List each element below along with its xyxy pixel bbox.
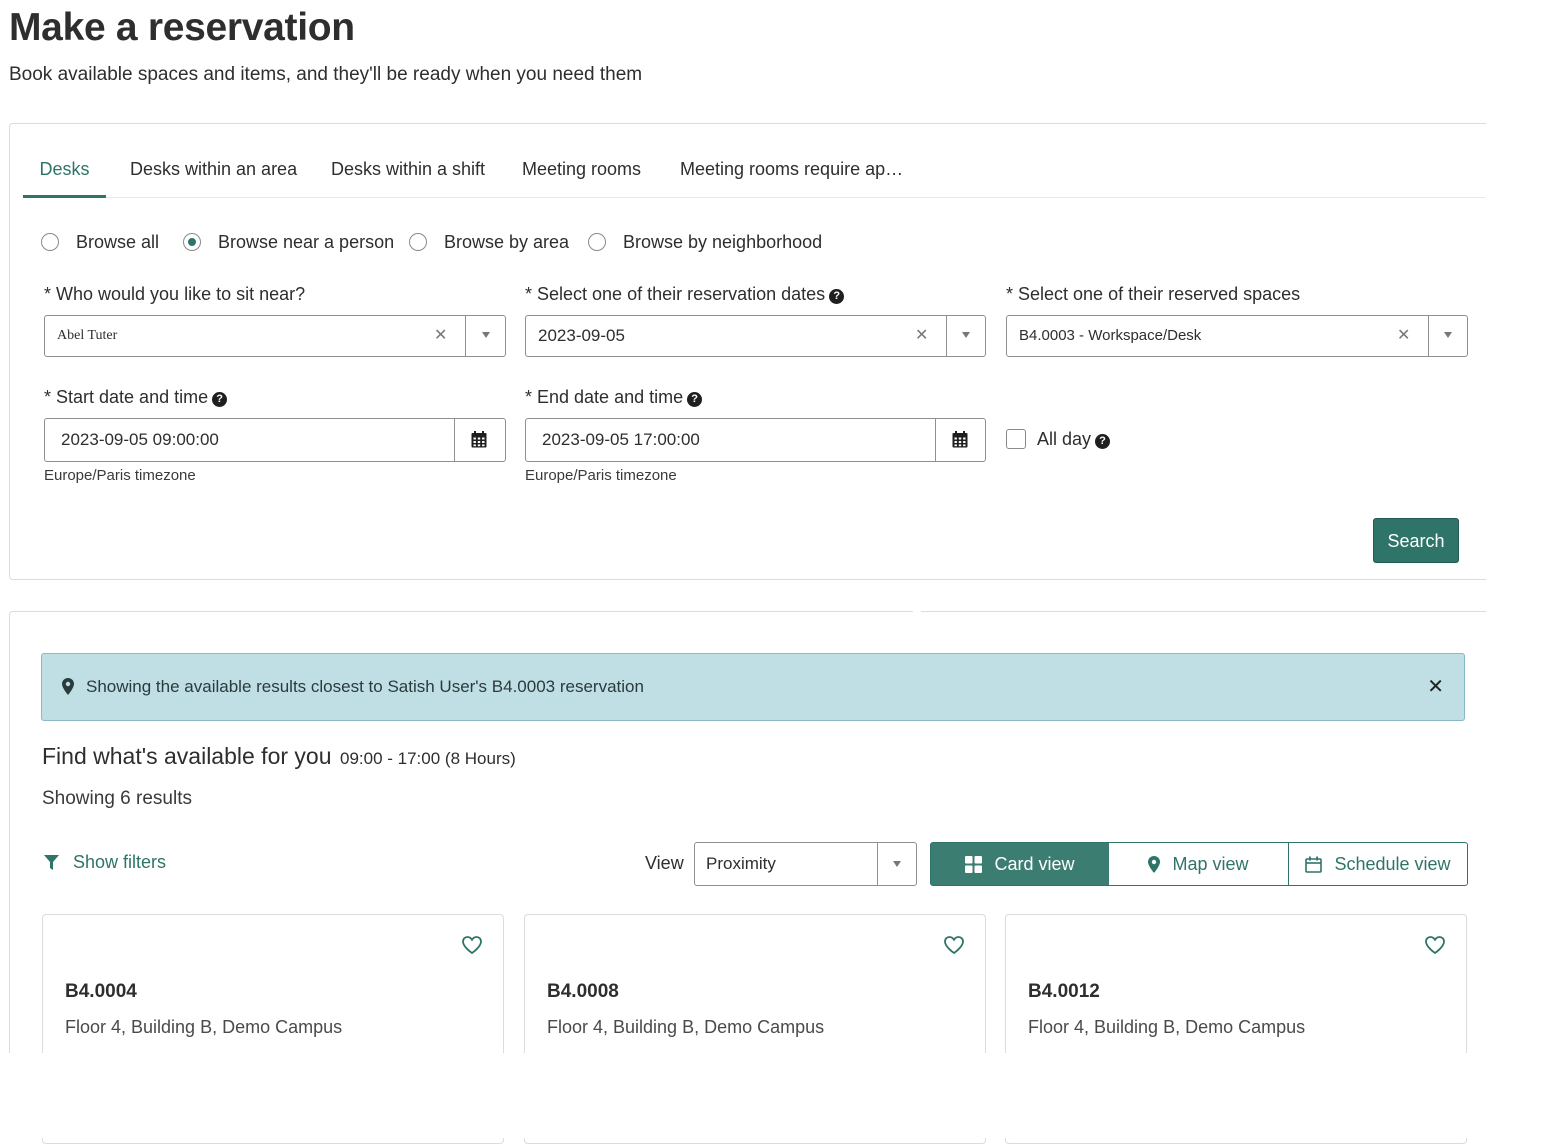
start-datetime-input[interactable]: 2023-09-05 09:00:00 — [44, 418, 506, 462]
schedule-view-label: Schedule view — [1334, 853, 1451, 874]
radio-button[interactable] — [409, 233, 427, 251]
clear-icon[interactable]: ✕ — [434, 316, 447, 356]
radio-browse-by-area[interactable]: Browse by area — [409, 230, 569, 254]
chevron-down-icon[interactable] — [893, 861, 901, 867]
radio-browse-all[interactable]: Browse all — [41, 230, 159, 254]
radio-label: Browse all — [76, 231, 160, 252]
tab-meeting-rooms-approval[interactable]: Meeting rooms require ap… — [680, 145, 903, 195]
divider — [1428, 316, 1429, 356]
help-icon[interactable]: ? — [212, 392, 228, 407]
dates-field-label: * Select one of their reservation dates? — [525, 284, 845, 305]
divider — [877, 843, 878, 885]
person-select[interactable]: Abel Tuter ✕ — [44, 315, 506, 357]
alert-message: Showing the available results closest to… — [86, 677, 644, 696]
filter-icon — [44, 854, 59, 870]
reservation-date-select[interactable]: 2023-09-05 ✕ — [525, 315, 986, 357]
divider — [454, 419, 455, 461]
reservation-type-tabs: Desks Desks within an area Desks within … — [23, 145, 1485, 198]
reserved-space-select[interactable]: B4.0003 - Workspace/Desk ✕ — [1006, 315, 1468, 357]
person-field-label: * Who would you like to sit near? — [44, 284, 306, 304]
radio-label: Browse near a person — [218, 231, 395, 252]
radio-browse-near-person[interactable]: Browse near a person — [183, 230, 394, 254]
end-datetime-value: 2023-09-05 17:00:00 — [542, 430, 700, 449]
card-space-name: B4.0008 — [547, 981, 619, 1002]
map-pin-icon — [62, 678, 74, 695]
view-label: View — [645, 853, 684, 873]
view-sort-select[interactable]: Proximity — [694, 842, 917, 886]
map-view-label: Map view — [1172, 853, 1249, 874]
results-time-range: 09:00 - 17:00 (8 Hours) — [340, 749, 516, 768]
tab-desks-within-shift[interactable]: Desks within a shift — [331, 145, 485, 195]
card-space-location: Floor 4, Building B, Demo Campus — [65, 1017, 343, 1037]
calendar-icon — [1305, 856, 1323, 873]
tab-desks-within-area[interactable]: Desks within an area — [130, 145, 297, 195]
help-icon[interactable]: ? — [1095, 434, 1111, 449]
grid-icon — [965, 855, 983, 873]
calendar-icon[interactable] — [952, 431, 968, 448]
card-space-name: B4.0012 — [1028, 981, 1100, 1002]
show-filters-label: Show filters — [73, 852, 167, 872]
reservation-date-value: 2023-09-05 — [538, 326, 625, 345]
clear-icon[interactable]: ✕ — [1397, 316, 1410, 356]
card-view-label: Card view — [994, 853, 1075, 874]
radio-browse-by-neighborhood[interactable]: Browse by neighborhood — [588, 230, 822, 254]
search-button[interactable]: Search — [1373, 518, 1459, 563]
results-heading: Find what's available for you — [42, 743, 332, 769]
calendar-icon[interactable] — [471, 431, 487, 448]
divider — [935, 419, 936, 461]
proximity-alert: Showing the available results closest to… — [41, 653, 1465, 721]
panel-border-gap — [913, 608, 921, 614]
card-space-name: B4.0004 — [65, 981, 137, 1002]
chevron-down-icon[interactable] — [482, 332, 490, 338]
radio-label: Browse by area — [444, 231, 570, 252]
radio-button[interactable] — [41, 233, 59, 251]
divider — [946, 316, 947, 356]
map-pin-icon — [1148, 855, 1161, 873]
view-sort-value: Proximity — [706, 854, 776, 873]
heart-icon[interactable] — [1424, 935, 1446, 955]
start-timezone-note: Europe/Paris timezone — [44, 467, 196, 484]
all-day-checkbox[interactable] — [1006, 429, 1026, 449]
radio-button-selected[interactable] — [183, 233, 201, 251]
tab-desks[interactable]: Desks — [23, 145, 106, 198]
card-space-location: Floor 4, Building B, Demo Campus — [547, 1017, 825, 1037]
heart-icon[interactable] — [943, 935, 965, 955]
all-day-label: All day? — [1037, 429, 1111, 450]
radio-label: Browse by neighborhood — [623, 231, 823, 252]
heart-icon[interactable] — [461, 935, 483, 955]
reserved-space-value: B4.0003 - Workspace/Desk — [1019, 327, 1202, 344]
close-icon[interactable]: ✕ — [1427, 654, 1444, 720]
screenshot-cutoff — [0, 1053, 1555, 1138]
page-subtitle: Book available spaces and items, and the… — [9, 64, 643, 85]
chevron-down-icon[interactable] — [962, 332, 970, 338]
radio-button[interactable] — [588, 233, 606, 251]
help-icon[interactable]: ? — [829, 289, 845, 304]
end-field-label: * End date and time? — [525, 387, 703, 408]
person-select-value: Abel Tuter — [57, 328, 118, 343]
divider — [465, 316, 466, 356]
spaces-field-label: * Select one of their reserved spaces — [1006, 284, 1301, 304]
map-view-button[interactable]: Map view — [1109, 842, 1289, 886]
chevron-down-icon[interactable] — [1444, 332, 1452, 338]
start-field-label: * Start date and time? — [44, 387, 228, 408]
end-datetime-input[interactable]: 2023-09-05 17:00:00 — [525, 418, 986, 462]
card-view-button[interactable]: Card view — [930, 842, 1110, 886]
end-timezone-note: Europe/Paris timezone — [525, 467, 677, 484]
card-space-location: Floor 4, Building B, Demo Campus — [1028, 1017, 1306, 1037]
tab-meeting-rooms[interactable]: Meeting rooms — [522, 145, 641, 195]
schedule-view-button[interactable]: Schedule view — [1288, 842, 1468, 886]
show-filters-button[interactable]: Show filters — [44, 852, 166, 873]
page-title: Make a reservation — [9, 6, 355, 49]
help-icon[interactable]: ? — [687, 392, 703, 407]
clear-icon[interactable]: ✕ — [915, 316, 928, 356]
start-datetime-value: 2023-09-05 09:00:00 — [61, 430, 219, 449]
results-count: Showing 6 results — [42, 788, 192, 809]
